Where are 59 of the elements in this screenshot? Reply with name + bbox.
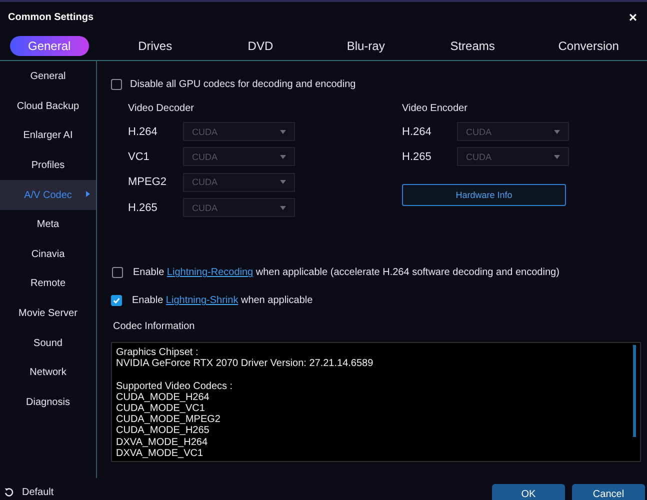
group-title: Video Decoder xyxy=(128,103,194,114)
info-line: DXVA_MODE_H264 xyxy=(116,436,209,448)
footer-button[interactable]: OK xyxy=(492,484,565,500)
sidebar-item[interactable]: Enlarger AI xyxy=(0,121,96,151)
tab[interactable]: Streams xyxy=(432,36,513,56)
default-button[interactable]: Default xyxy=(4,484,54,500)
sidebar-item[interactable]: Sound xyxy=(0,328,96,358)
checkbox[interactable] xyxy=(111,295,122,306)
tab[interactable]: General xyxy=(10,36,89,56)
codec-label: H.265 xyxy=(128,202,158,214)
info-line: CUDA_MODE_H264 xyxy=(116,392,210,403)
link[interactable]: Lightning-Shrink xyxy=(166,295,238,306)
info-line: CUDA_MODE_H265 xyxy=(116,425,210,437)
info-line: DXVA_MODE_VC1 xyxy=(116,448,204,460)
tab[interactable]: Blu-ray xyxy=(326,36,405,56)
sidebar-item[interactable]: General xyxy=(0,62,96,92)
caret-icon xyxy=(554,154,560,159)
codec-label: MPEG2 xyxy=(128,176,168,188)
link[interactable]: Lightning-Recoding xyxy=(166,267,254,278)
close-button[interactable]: × xyxy=(626,9,639,25)
codec-label: H.264 xyxy=(128,126,158,138)
caret-icon xyxy=(554,130,560,134)
info-line: CUDA_MODE_VC1 xyxy=(116,403,206,414)
checkbox[interactable] xyxy=(111,79,122,90)
codec-label: H.264 xyxy=(402,126,432,138)
caret-icon xyxy=(280,206,286,210)
checkbox-label: Enable Lightning-Shrink when applicable xyxy=(132,295,313,306)
sidebar-item[interactable]: Diagnosis xyxy=(0,388,96,418)
caret-icon xyxy=(280,180,286,184)
info-line: Graphics Chipset : xyxy=(116,347,200,358)
section-title: Codec Information xyxy=(112,321,196,332)
checkbox-label: Disable all GPU codecs for decoding and encoding xyxy=(130,79,356,90)
tab[interactable]: DVD xyxy=(221,36,300,56)
info-line: CUDA_MODE_MPEG2 xyxy=(116,414,222,426)
sidebar-item[interactable]: Profiles xyxy=(0,150,96,180)
reset-icon xyxy=(4,487,14,497)
arrow-icon xyxy=(86,191,90,198)
sidebar-item[interactable]: Cloud Backup xyxy=(0,92,96,122)
hardware-info-button[interactable]: Hardware Info xyxy=(402,184,566,206)
checkbox[interactable] xyxy=(112,267,123,278)
sidebar-item[interactable]: Meta xyxy=(0,210,96,240)
sidebar-item[interactable]: Network xyxy=(0,358,96,388)
caret-icon xyxy=(280,154,286,159)
codec-label: VC1 xyxy=(128,150,150,163)
caret-icon xyxy=(280,130,286,134)
sidebar-item[interactable]: Cinavia xyxy=(0,240,96,270)
sidebar-item[interactable]: Movie Server xyxy=(0,298,96,328)
tab[interactable]: Conversion xyxy=(540,36,637,56)
info-line: Supported Video Codecs : xyxy=(116,380,234,392)
sidebar-item[interactable]: A/V Codec xyxy=(0,180,96,210)
info-line: NVIDIA GeForce RTX 2070 Driver Version: 27.21.14.6589 xyxy=(116,358,374,370)
group-title: Video Encoder xyxy=(402,103,468,114)
scrollbar[interactable] xyxy=(633,345,636,438)
sidebar-item[interactable]: Remote xyxy=(0,269,96,299)
checkbox-label: Enable Lightning-Recoding when applicable (accelerate H.264 software decoding and encoding) xyxy=(133,267,560,278)
codec-label: H.265 xyxy=(402,150,432,163)
tab[interactable]: Drives xyxy=(116,36,194,56)
footer-button[interactable]: Cancel xyxy=(572,484,645,500)
window-title: Common Settings xyxy=(8,12,94,22)
